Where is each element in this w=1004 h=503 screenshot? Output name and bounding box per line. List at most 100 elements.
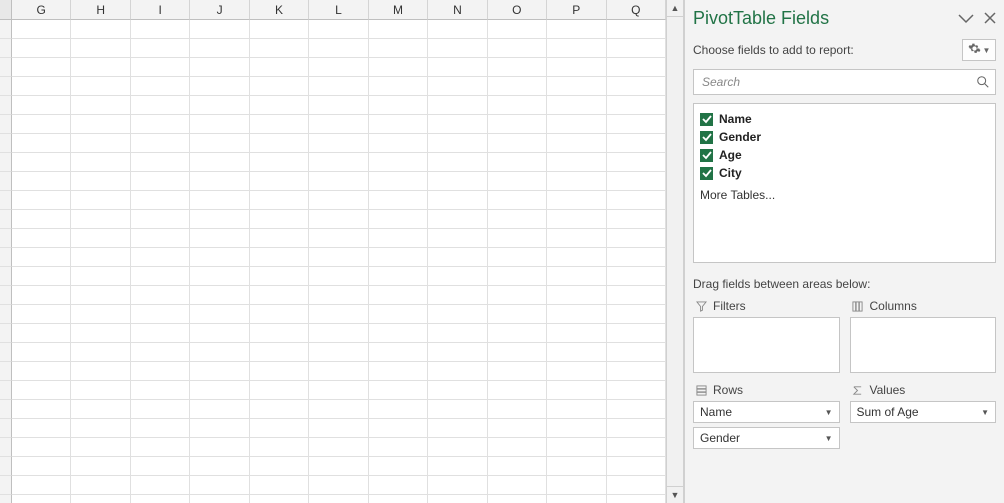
cell[interactable]	[547, 172, 606, 191]
cell[interactable]	[131, 172, 190, 191]
cell[interactable]	[71, 229, 130, 248]
cell[interactable]	[488, 362, 547, 381]
cell[interactable]	[12, 381, 71, 400]
cell[interactable]	[309, 324, 368, 343]
cell[interactable]	[547, 20, 606, 39]
cell[interactable]	[547, 495, 606, 503]
cell[interactable]	[428, 77, 487, 96]
cell[interactable]	[71, 191, 130, 210]
cell[interactable]	[12, 495, 71, 503]
cell[interactable]	[428, 267, 487, 286]
cell[interactable]	[12, 362, 71, 381]
cell[interactable]	[12, 305, 71, 324]
checkbox-icon[interactable]	[700, 149, 713, 162]
cell[interactable]	[71, 153, 130, 172]
cell[interactable]	[190, 115, 249, 134]
cell[interactable]	[369, 324, 428, 343]
cell[interactable]	[369, 58, 428, 77]
cell[interactable]	[607, 343, 666, 362]
field-item[interactable]: Age	[700, 146, 989, 164]
cell[interactable]	[309, 495, 368, 503]
cell[interactable]	[250, 229, 309, 248]
cell[interactable]	[607, 305, 666, 324]
cell[interactable]	[547, 400, 606, 419]
cell[interactable]	[607, 286, 666, 305]
cell[interactable]	[309, 134, 368, 153]
cell[interactable]	[428, 419, 487, 438]
cell[interactable]	[12, 39, 71, 58]
cell[interactable]	[428, 229, 487, 248]
cell[interactable]	[250, 400, 309, 419]
cell[interactable]	[250, 381, 309, 400]
cell[interactable]	[547, 248, 606, 267]
cell[interactable]	[71, 248, 130, 267]
cell[interactable]	[488, 210, 547, 229]
cell[interactable]	[547, 134, 606, 153]
cell[interactable]	[607, 96, 666, 115]
cell[interactable]	[12, 324, 71, 343]
cell[interactable]	[250, 210, 309, 229]
cell[interactable]	[607, 210, 666, 229]
cell[interactable]	[547, 58, 606, 77]
cell[interactable]	[547, 96, 606, 115]
cell[interactable]	[547, 362, 606, 381]
cell[interactable]	[190, 134, 249, 153]
cell[interactable]	[369, 457, 428, 476]
cell[interactable]	[12, 343, 71, 362]
cell[interactable]	[428, 381, 487, 400]
cell[interactable]	[607, 267, 666, 286]
cell[interactable]	[190, 305, 249, 324]
cell[interactable]	[190, 210, 249, 229]
cell[interactable]	[190, 39, 249, 58]
cell[interactable]	[71, 457, 130, 476]
cell[interactable]	[547, 438, 606, 457]
column-header[interactable]: G	[12, 0, 71, 20]
cell[interactable]	[250, 286, 309, 305]
cell[interactable]	[131, 229, 190, 248]
area-field-pill[interactable]: Name▼	[693, 401, 840, 423]
cell[interactable]	[12, 58, 71, 77]
cell[interactable]	[547, 153, 606, 172]
column-header[interactable]: Q	[607, 0, 666, 20]
cell[interactable]	[190, 343, 249, 362]
cell[interactable]	[309, 58, 368, 77]
cell[interactable]	[428, 248, 487, 267]
cell[interactable]	[488, 229, 547, 248]
cell[interactable]	[71, 210, 130, 229]
cell[interactable]	[12, 419, 71, 438]
cell[interactable]	[369, 210, 428, 229]
cell[interactable]	[71, 438, 130, 457]
cell[interactable]	[547, 476, 606, 495]
cell[interactable]	[488, 381, 547, 400]
cell[interactable]	[369, 286, 428, 305]
column-header[interactable]: O	[488, 0, 547, 20]
cell[interactable]	[131, 115, 190, 134]
cell[interactable]	[488, 39, 547, 58]
cell[interactable]	[369, 400, 428, 419]
cell[interactable]	[131, 457, 190, 476]
cell[interactable]	[71, 381, 130, 400]
cell[interactable]	[250, 172, 309, 191]
cell[interactable]	[190, 267, 249, 286]
cell[interactable]	[131, 210, 190, 229]
cell[interactable]	[131, 381, 190, 400]
cell[interactable]	[369, 191, 428, 210]
cell[interactable]	[607, 58, 666, 77]
cell[interactable]	[369, 343, 428, 362]
cell[interactable]	[547, 457, 606, 476]
cell[interactable]	[250, 39, 309, 58]
cell[interactable]	[250, 495, 309, 503]
field-list[interactable]: NameGenderAgeCityMore Tables...	[693, 103, 996, 263]
cell[interactable]	[369, 248, 428, 267]
cell[interactable]	[607, 495, 666, 503]
cell[interactable]	[190, 438, 249, 457]
cell[interactable]	[250, 476, 309, 495]
cell[interactable]	[250, 267, 309, 286]
cell[interactable]	[131, 400, 190, 419]
cell[interactable]	[250, 20, 309, 39]
cell[interactable]	[250, 248, 309, 267]
cell[interactable]	[309, 267, 368, 286]
cell[interactable]	[547, 267, 606, 286]
cell[interactable]	[131, 438, 190, 457]
cell[interactable]	[131, 96, 190, 115]
